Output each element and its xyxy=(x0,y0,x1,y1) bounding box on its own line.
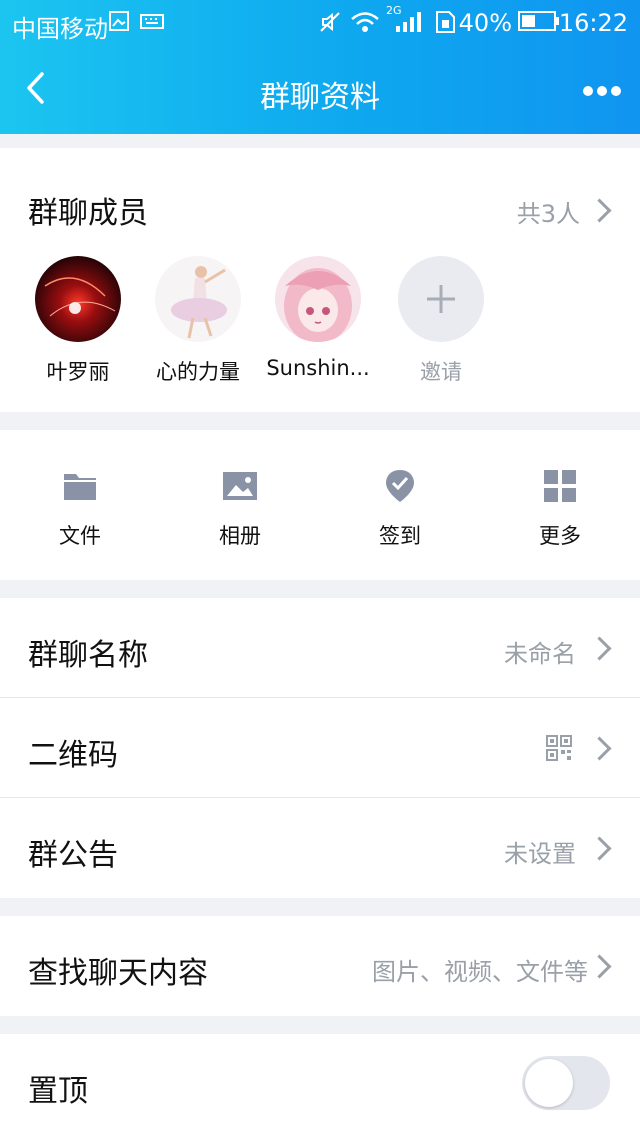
qr-code-row[interactable]: 二维码 xyxy=(0,698,640,798)
tool-label: 更多 xyxy=(539,524,581,548)
mute-icon xyxy=(318,10,342,40)
tools-section: 文件 相册 签到 更多 xyxy=(0,430,640,580)
chevron-right-icon xyxy=(587,836,612,861)
invite-button[interactable]: 邀请 xyxy=(376,256,506,386)
announcement-row[interactable]: 群公告 未设置 xyxy=(0,798,640,898)
checkin-icon xyxy=(350,468,450,508)
pin-top-label: 置顶 xyxy=(28,1074,88,1109)
add-icon[interactable] xyxy=(398,256,484,342)
member-name: Sunshin... xyxy=(266,356,370,380)
member-item[interactable]: 叶罗丽 xyxy=(13,256,143,386)
qr-code-label: 二维码 xyxy=(28,738,118,773)
settings-list: 群聊名称 未命名 二维码 群公告 未设置 xyxy=(0,598,640,898)
avatar[interactable] xyxy=(275,256,361,342)
more-options-icon[interactable] xyxy=(582,82,622,101)
checkin-button[interactable]: 签到 xyxy=(350,468,450,550)
folder-icon xyxy=(30,468,130,508)
pin-section: 置顶 xyxy=(0,1034,640,1138)
members-heading: 群聊成员 xyxy=(28,196,148,231)
carrier-label: 中国移动 xyxy=(12,15,108,43)
tool-label: 文件 xyxy=(59,524,101,548)
tool-label: 相册 xyxy=(219,524,261,548)
status-bar: 中国移动 2G 40% 16:22 xyxy=(0,0,640,46)
image-notification-icon xyxy=(108,10,130,38)
chevron-right-icon xyxy=(587,636,612,661)
grid-icon xyxy=(510,468,610,508)
sim-icon xyxy=(434,10,456,40)
battery-icon xyxy=(518,10,560,38)
files-button[interactable]: 文件 xyxy=(30,468,130,550)
avatar[interactable] xyxy=(155,256,241,342)
page-title: 群聊资料 xyxy=(260,80,380,115)
wifi-icon xyxy=(350,10,380,40)
group-name-label: 群聊名称 xyxy=(28,638,148,673)
clock: 16:22 xyxy=(558,9,628,37)
pin-top-row: 置顶 xyxy=(0,1034,640,1134)
more-button[interactable]: 更多 xyxy=(510,468,610,550)
qr-code-icon xyxy=(546,735,572,765)
toggle-knob xyxy=(525,1059,573,1107)
invite-label: 邀请 xyxy=(420,360,462,384)
chevron-right-icon xyxy=(587,954,612,979)
member-item[interactable]: Sunshin... xyxy=(253,256,383,380)
avatar[interactable] xyxy=(35,256,121,342)
announcement-value: 未设置 xyxy=(504,840,576,868)
member-name: 心的力量 xyxy=(156,360,240,384)
members-section: 群聊成员 共3人 叶罗丽 心的力量 Sunshin... 邀请 xyxy=(0,148,640,412)
chevron-right-icon[interactable] xyxy=(587,198,612,223)
search-chat-section: 查找聊天内容 图片、视频、文件等 xyxy=(0,916,640,1016)
image-icon xyxy=(190,468,290,508)
search-chat-label: 查找聊天内容 xyxy=(28,956,208,991)
group-name-value: 未命名 xyxy=(504,640,576,668)
member-count[interactable]: 共3人 xyxy=(517,194,580,229)
tool-label: 签到 xyxy=(379,524,421,548)
signal-icon xyxy=(394,10,422,40)
chevron-right-icon xyxy=(587,736,612,761)
member-item[interactable]: 心的力量 xyxy=(133,256,263,386)
pin-top-toggle[interactable] xyxy=(522,1056,610,1110)
search-chat-hint: 图片、视频、文件等 xyxy=(372,958,588,986)
member-name: 叶罗丽 xyxy=(46,360,110,384)
battery-percent: 40% xyxy=(458,9,512,37)
title-bar: 群聊资料 xyxy=(0,46,640,134)
search-chat-row[interactable]: 查找聊天内容 图片、视频、文件等 xyxy=(0,916,640,1016)
group-name-row[interactable]: 群聊名称 未命名 xyxy=(0,598,640,698)
announcement-label: 群公告 xyxy=(28,838,118,873)
keyboard-icon xyxy=(140,10,164,38)
album-button[interactable]: 相册 xyxy=(190,468,290,550)
